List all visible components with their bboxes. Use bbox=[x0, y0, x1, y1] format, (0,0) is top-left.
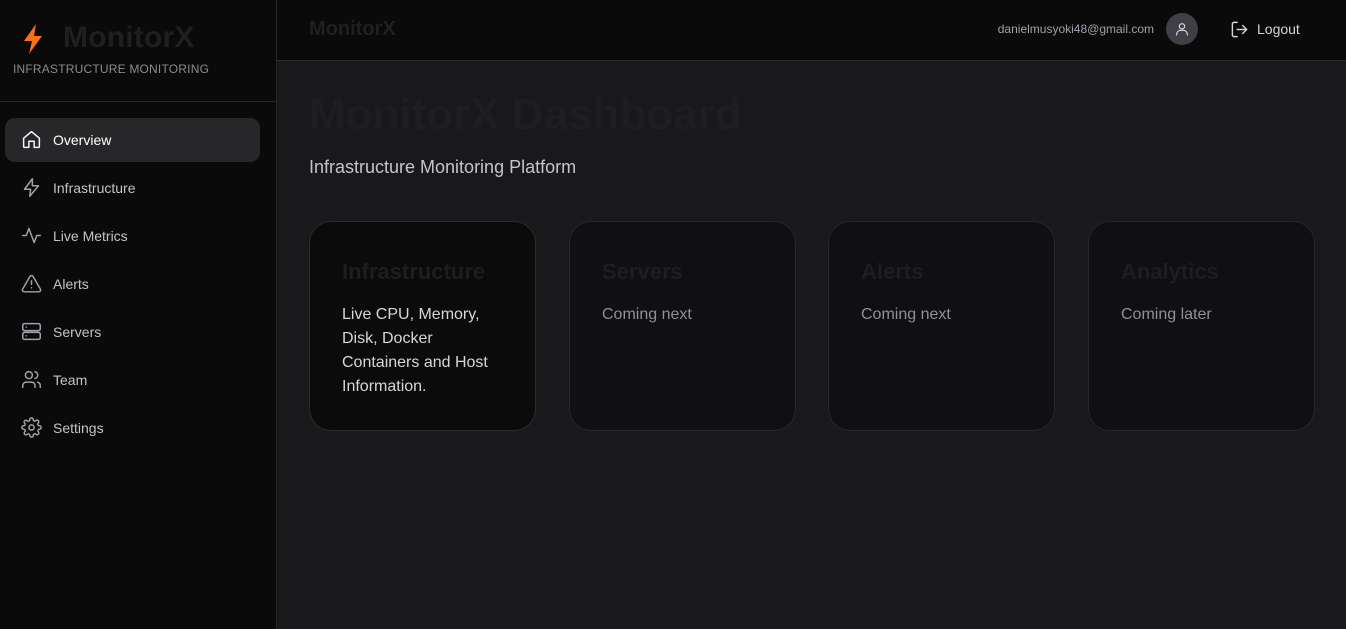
card-title: Alerts bbox=[861, 259, 924, 284]
sidebar-item-label: Overview bbox=[53, 132, 112, 148]
brand-subtitle: INFRASTRUCTURE MONITORING bbox=[13, 62, 210, 76]
sidebar-item-live-metrics[interactable]: Live Metrics bbox=[5, 214, 260, 258]
sidebar-item-servers[interactable]: Servers bbox=[5, 310, 260, 354]
sidebar-item-alerts[interactable]: Alerts bbox=[5, 262, 260, 306]
sidebar-item-overview[interactable]: Overview bbox=[5, 118, 260, 162]
sidebar-item-label: Team bbox=[53, 372, 88, 388]
card-analytics[interactable]: Analytics Coming later bbox=[1088, 221, 1315, 431]
card-title: Analytics bbox=[1121, 259, 1219, 284]
brand: MonitorX INFRASTRUCTURE MONITORING bbox=[0, 0, 276, 102]
sidebar: MonitorX INFRASTRUCTURE MONITORING Overv… bbox=[0, 0, 277, 629]
user-email: danielmusyoki48@gmail.com bbox=[997, 22, 1154, 36]
sidebar-item-label: Settings bbox=[53, 420, 104, 436]
brand-name: MonitorX bbox=[63, 21, 195, 54]
logout-button[interactable]: Logout bbox=[1230, 19, 1300, 39]
sidebar-nav: Overview Infrastructure Live Metrics Ale… bbox=[5, 118, 260, 454]
sidebar-item-team[interactable]: Team bbox=[5, 358, 260, 402]
users-icon bbox=[21, 369, 42, 390]
sidebar-item-settings[interactable]: Settings bbox=[5, 406, 260, 450]
user-icon bbox=[1176, 23, 1188, 36]
card-infrastructure[interactable]: Infrastructure Live CPU, Memory, Disk, D… bbox=[309, 221, 536, 431]
sidebar-item-label: Servers bbox=[53, 324, 102, 340]
top-header: MonitorX danielmusyoki48@gmail.com Logou… bbox=[277, 0, 1346, 61]
sidebar-item-infrastructure[interactable]: Infrastructure bbox=[5, 166, 260, 210]
home-icon bbox=[21, 129, 42, 150]
logout-label: Logout bbox=[1257, 21, 1300, 37]
card-text: Coming later bbox=[1121, 306, 1212, 323]
bolt-icon bbox=[21, 177, 42, 198]
app-root: MonitorX INFRASTRUCTURE MONITORING Overv… bbox=[0, 0, 1346, 629]
card-servers[interactable]: Servers Coming next bbox=[569, 221, 796, 431]
card-alerts[interactable]: Alerts Coming next bbox=[828, 221, 1055, 431]
card-title: Infrastructure bbox=[342, 259, 486, 284]
activity-icon bbox=[21, 225, 42, 246]
gear-icon bbox=[21, 417, 42, 438]
avatar[interactable] bbox=[1166, 13, 1198, 45]
logout-icon bbox=[1231, 21, 1248, 37]
page-subtitle: Infrastructure Monitoring Platform bbox=[309, 157, 577, 177]
page-title: MonitorX Dashboard bbox=[309, 90, 742, 139]
card-text: Coming next bbox=[861, 306, 951, 323]
card-text: Live CPU, Memory, Disk, Docker Container… bbox=[342, 306, 488, 395]
server-icon bbox=[21, 321, 42, 342]
lightning-logo-icon bbox=[21, 23, 45, 55]
card-title: Servers bbox=[602, 259, 683, 284]
sidebar-item-label: Infrastructure bbox=[53, 180, 136, 196]
sidebar-item-label: Alerts bbox=[53, 276, 89, 292]
card-text: Coming next bbox=[602, 306, 692, 323]
sidebar-item-label: Live Metrics bbox=[53, 228, 128, 244]
alert-triangle-icon bbox=[21, 273, 42, 294]
header-title: MonitorX bbox=[309, 18, 396, 40]
